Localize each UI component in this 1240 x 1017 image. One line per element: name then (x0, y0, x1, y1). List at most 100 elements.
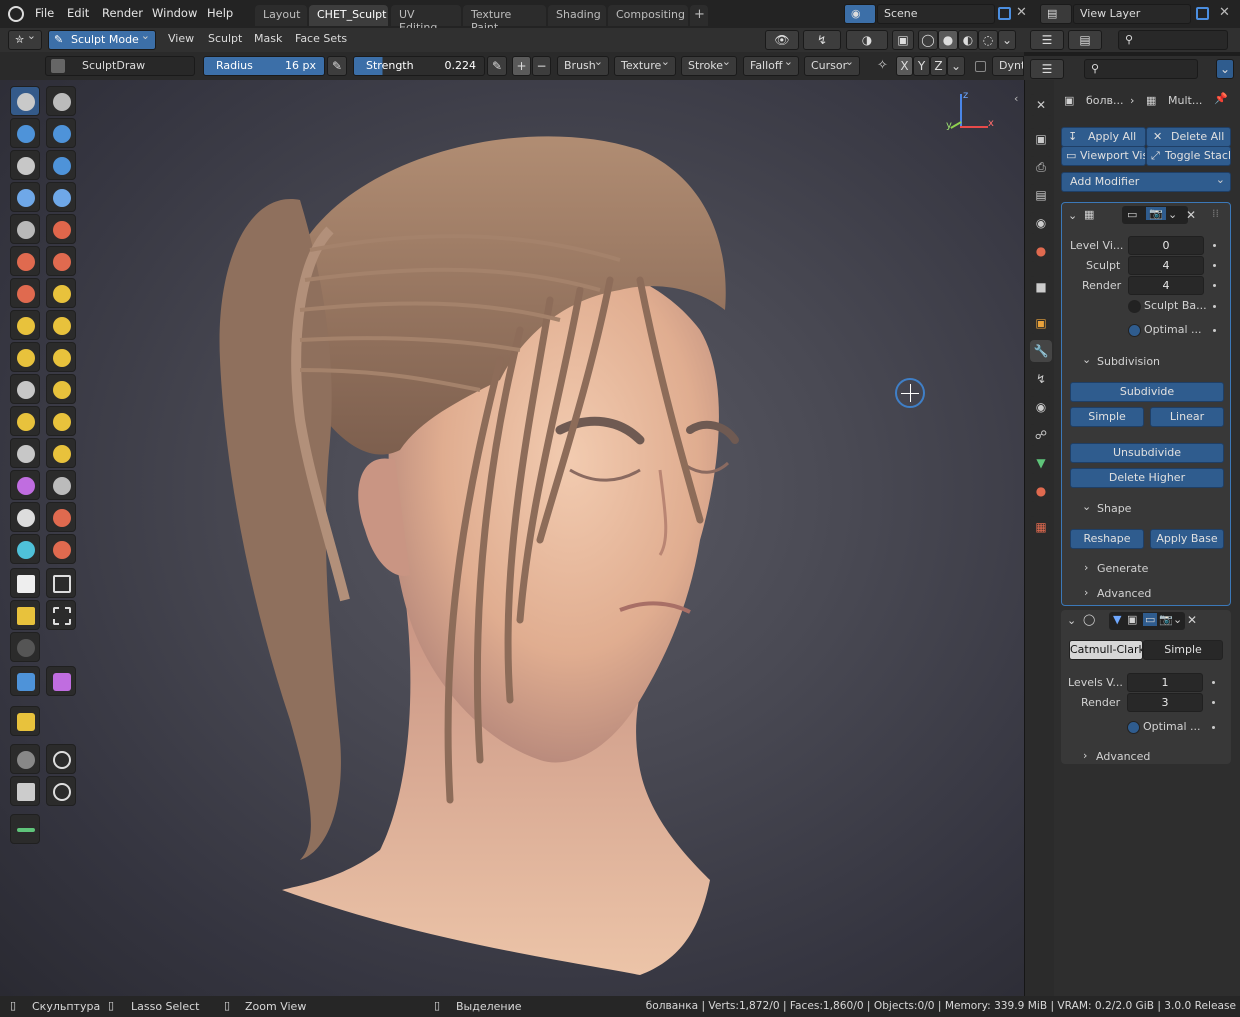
modifier-tab-icon[interactable]: 🔧 (1030, 340, 1052, 362)
modifier-options-icon[interactable]: ⌄ (1168, 208, 1177, 221)
slide-relax-brush-tool[interactable] (10, 438, 40, 468)
color-filter-tool[interactable] (10, 706, 40, 736)
xray-icon[interactable]: ▣ (892, 30, 914, 50)
close-scene-icon[interactable]: ✕ (1016, 5, 1027, 20)
grab-brush-tool[interactable] (46, 310, 76, 340)
render-levels-field[interactable]: 3 (1127, 693, 1203, 712)
delete-all-button[interactable]: ✕ Delete All (1146, 127, 1231, 147)
line-project-tool[interactable] (10, 632, 40, 662)
simple-subdivision-button[interactable]: Simple (1143, 640, 1223, 660)
view-layer-icon[interactable]: ▤ (1040, 4, 1072, 24)
inflate-brush-tool[interactable] (10, 182, 40, 212)
clay-brush-tool[interactable] (10, 118, 40, 148)
view-layer-tab-icon[interactable]: ▤ (1030, 184, 1052, 206)
direction-subtract-button[interactable]: − (532, 56, 551, 76)
reshape-button[interactable]: Reshape (1070, 529, 1144, 549)
remove-modifier-icon[interactable]: ✕ (1186, 208, 1196, 222)
tab-shading[interactable]: Shading (548, 5, 606, 26)
symmetry-y-toggle[interactable]: Y (913, 56, 930, 76)
shading-options-icon[interactable]: ⌄ (998, 30, 1016, 50)
advanced-expand-icon[interactable]: › (1084, 586, 1088, 599)
constraints-tab-icon[interactable]: ☍ (1030, 424, 1052, 446)
edit-cage-icon[interactable]: ▼ (1113, 613, 1121, 626)
annotate-tool[interactable] (10, 814, 40, 844)
simplify-brush-tool[interactable] (46, 470, 76, 500)
view-layer-selector[interactable]: View Layer (1073, 4, 1191, 24)
object-tab-icon[interactable]: ▣ (1030, 312, 1052, 334)
brush-selector[interactable]: SculptDraw (45, 56, 195, 76)
tool-tab-icon[interactable]: ✕ (1030, 94, 1052, 116)
keyframe-dot[interactable] (1213, 244, 1216, 247)
menu-help[interactable]: Help (207, 6, 233, 20)
linear-button[interactable]: Linear (1150, 407, 1224, 427)
menu-sculpt[interactable]: Sculpt (208, 32, 242, 45)
transform-tool[interactable] (46, 776, 76, 806)
scene-selector[interactable]: Scene (877, 4, 995, 24)
viewport-vis-button[interactable]: ▭ Viewport Vis (1061, 146, 1146, 166)
add-workspace-button[interactable]: + (690, 5, 708, 26)
realtime-icon[interactable]: ▭ (1127, 208, 1137, 221)
subdivide-button[interactable]: Subdivide (1070, 382, 1224, 402)
data-tab-icon[interactable]: ▼ (1030, 452, 1052, 474)
keyframe-dot[interactable] (1212, 701, 1215, 704)
outliner-display-mode-icon[interactable]: ▤ (1068, 30, 1102, 50)
mesh-filter-tool[interactable] (10, 666, 40, 696)
properties-editor-type-icon[interactable]: ☰ (1030, 59, 1064, 79)
render-level-field[interactable]: 4 (1128, 276, 1204, 295)
tab-texture-paint[interactable]: Texture Paint (463, 5, 546, 34)
draw-brush-tool[interactable] (10, 86, 40, 116)
elastic-deform-brush-tool[interactable] (10, 342, 40, 372)
simple-button[interactable]: Simple (1070, 407, 1144, 427)
tab-chet-sculpt[interactable]: CHET_Sculpt (309, 5, 388, 26)
radius-pressure-icon[interactable]: ✎ (327, 56, 347, 76)
multires-displacement-smear-tool[interactable] (46, 534, 76, 564)
falloff-dropdown[interactable]: Falloff (743, 56, 799, 76)
flatten-brush-tool[interactable] (10, 246, 40, 276)
apply-base-button[interactable]: Apply Base (1150, 529, 1224, 549)
strength-pressure-icon[interactable]: ✎ (487, 56, 507, 76)
fill-brush-tool[interactable] (46, 246, 76, 276)
draw-face-sets-tool[interactable] (46, 502, 76, 532)
axis-gizmo[interactable]: z x y (944, 90, 994, 134)
scene-type-icon[interactable]: ◉ (844, 4, 876, 24)
wireframe-shading-icon[interactable]: ◯ (918, 30, 938, 50)
physics-tab-icon[interactable]: ◉ (1030, 396, 1052, 418)
collection-tab-icon[interactable]: ■ (1030, 276, 1052, 298)
add-modifier-dropdown[interactable]: Add Modifier (1061, 172, 1231, 192)
render-tab-icon[interactable]: ▣ (1030, 128, 1052, 150)
keyframe-dot[interactable] (1213, 305, 1216, 308)
drag-handle-icon[interactable]: ⁞⁞ (1212, 207, 1219, 220)
dyntopo-dropdown[interactable]: Dynt (992, 56, 1024, 76)
menu-file[interactable]: File (35, 6, 54, 20)
scale-tool[interactable] (10, 776, 40, 806)
copy-view-layer-icon[interactable] (1196, 7, 1209, 20)
draw-sharp-brush-tool[interactable] (46, 86, 76, 116)
modifier-options-icon[interactable]: ⌄ (1173, 613, 1182, 626)
world-tab-icon[interactable]: ● (1030, 240, 1052, 262)
clay-thumb-brush-tool[interactable] (10, 150, 40, 180)
outliner-search-input[interactable]: ⚲ (1118, 30, 1228, 50)
menu-view[interactable]: View (168, 32, 194, 45)
subdivision-header[interactable]: Subdivision (1097, 355, 1160, 368)
symmetry-options-icon[interactable]: ⌄ (947, 56, 965, 76)
outliner-editor-type-icon[interactable]: ☰ (1030, 30, 1064, 50)
panel-collapse-icon[interactable]: ⌄ (1067, 614, 1076, 627)
close-view-layer-icon[interactable]: ✕ (1219, 5, 1230, 20)
box-hide-tool[interactable] (46, 568, 76, 598)
cloth-filter-tool[interactable] (46, 666, 76, 696)
realtime-icon[interactable]: ▭ (1143, 613, 1158, 626)
subdivision-collapse-icon[interactable]: ⌄ (1082, 353, 1091, 366)
apply-all-button[interactable]: ↧ Apply All (1061, 127, 1146, 147)
symmetry-x-toggle[interactable]: X (896, 56, 913, 76)
unsubdivide-button[interactable]: Unsubdivide (1070, 443, 1224, 463)
generate-header[interactable]: Generate (1097, 562, 1148, 575)
menu-render[interactable]: Render (102, 6, 143, 20)
toggle-stack-button[interactable]: ⤢ Toggle Stack (1146, 146, 1231, 166)
mask-brush-tool[interactable] (10, 502, 40, 532)
blob-brush-tool[interactable] (46, 182, 76, 212)
solid-shading-icon[interactable]: ● (938, 30, 958, 50)
smooth-brush-tool[interactable] (46, 214, 76, 244)
editmode-icon[interactable]: ▣ (1127, 613, 1137, 626)
menu-window[interactable]: Window (152, 6, 197, 20)
clay-strips-brush-tool[interactable] (46, 118, 76, 148)
